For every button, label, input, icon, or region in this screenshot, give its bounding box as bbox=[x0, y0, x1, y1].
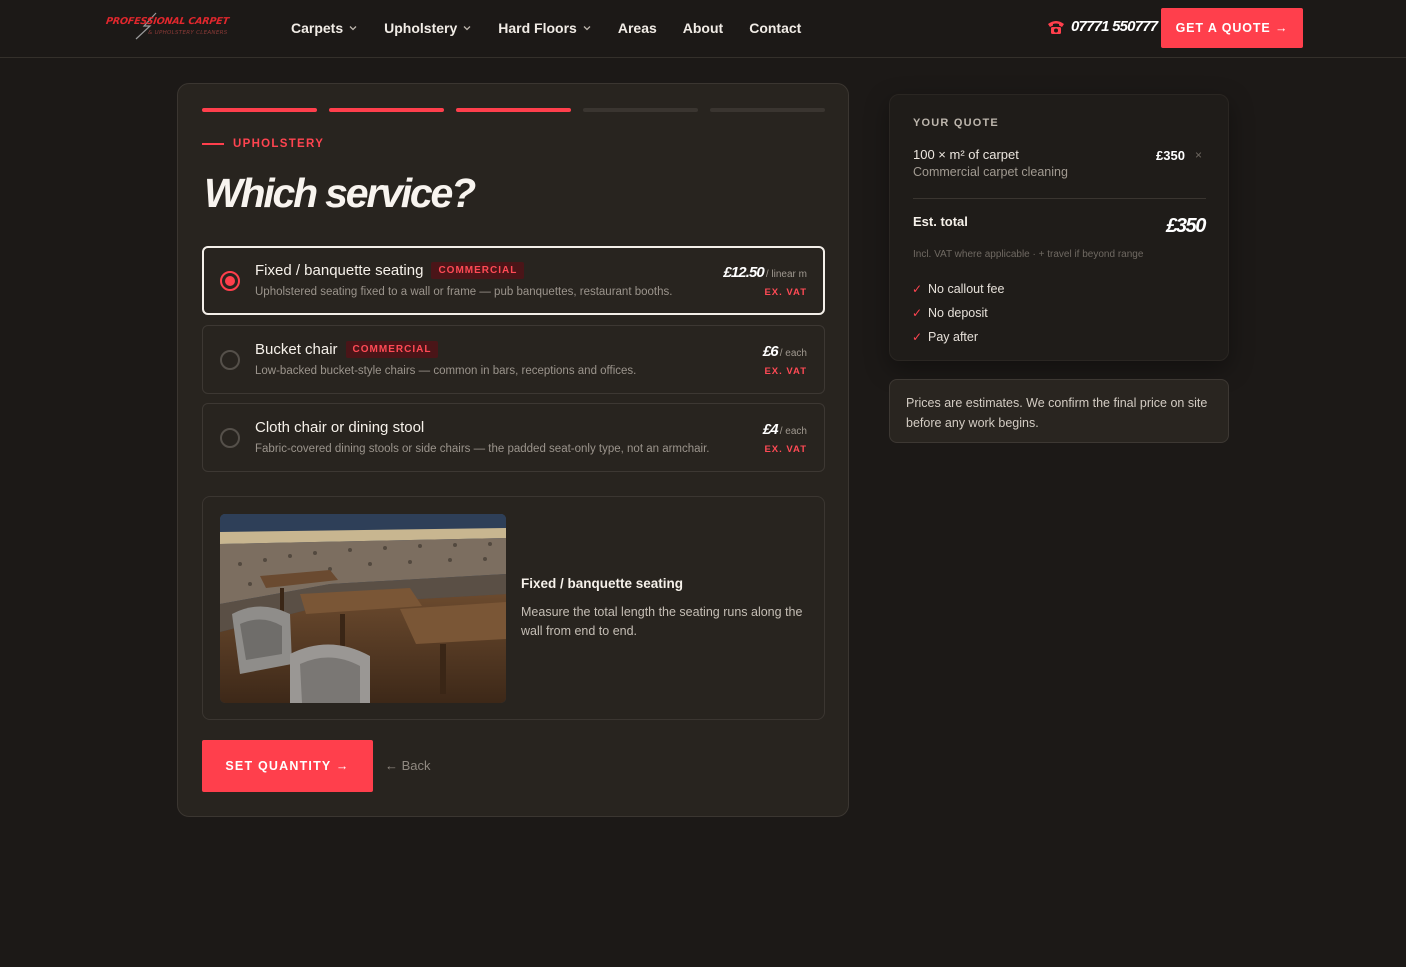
quote-summary-card: YOUR QUOTE 100 × m² of carpet Commercial… bbox=[889, 94, 1229, 361]
commercial-badge: COMMERCIAL bbox=[345, 341, 439, 358]
main-nav: Carpets Upholstery Hard Floors Areas Abo… bbox=[291, 19, 827, 37]
option-title-row: Cloth chair or dining stool bbox=[255, 419, 424, 436]
quote-line-title: 100 × m² of carpet bbox=[913, 147, 1019, 162]
radio-selected[interactable] bbox=[220, 271, 240, 291]
price-amount: £6 bbox=[762, 343, 779, 360]
progress-step-2 bbox=[329, 108, 444, 112]
page-title: Which service? bbox=[204, 170, 476, 216]
nav-hard-floors[interactable]: Hard Floors bbox=[498, 19, 592, 37]
back-link[interactable]: ← Back bbox=[385, 758, 431, 773]
option-title-row: Fixed / banquette seating COMMERCIAL bbox=[255, 262, 525, 279]
check-icon: ✓ bbox=[912, 306, 923, 320]
price-vat: EX. VAT bbox=[764, 444, 807, 455]
info-text: Measure the total length the seating run… bbox=[521, 605, 803, 638]
set-quantity-button[interactable]: SET QUANTITY → bbox=[202, 740, 373, 792]
banquette-seating-photo bbox=[220, 514, 506, 703]
est-total-label: Est. total bbox=[913, 214, 968, 229]
option-description: Fabric-covered dining stools or side cha… bbox=[255, 443, 710, 455]
category-eyebrow: UPHOLSTERY bbox=[202, 138, 324, 150]
logo-main-text: Professional Carpet bbox=[105, 16, 230, 27]
phone-link[interactable]: 07771 550777 bbox=[1047, 18, 1158, 35]
chevron-down-icon bbox=[463, 26, 471, 31]
vat-note: Incl. VAT where applicable · + travel if… bbox=[913, 249, 1144, 260]
option-description: Low-backed bucket-style chairs — common … bbox=[255, 365, 637, 377]
option-name: Bucket chair bbox=[255, 341, 338, 358]
price-vat: EX. VAT bbox=[764, 287, 807, 298]
logo[interactable]: Professional Carpet & Upholstery Cleaner… bbox=[105, 12, 246, 42]
price-disclaimer: Prices are estimates. We confirm the fin… bbox=[889, 379, 1229, 443]
nav-carpets[interactable]: Carpets bbox=[291, 19, 358, 37]
chevron-down-icon bbox=[349, 26, 357, 31]
service-wizard-card: UPHOLSTERY Which service? Fixed / banque… bbox=[177, 83, 849, 817]
nav-upholstery[interactable]: Upholstery bbox=[384, 19, 472, 37]
radio-unselected[interactable] bbox=[220, 350, 240, 370]
option-title-row: Bucket chair COMMERCIAL bbox=[255, 341, 439, 358]
quote-line-subtitle: Commercial carpet cleaning bbox=[913, 165, 1068, 179]
option-name: Cloth chair or dining stool bbox=[255, 419, 425, 436]
nav-label: Hard Floors bbox=[498, 20, 577, 36]
eyebrow-text: UPHOLSTERY bbox=[233, 138, 325, 150]
price-unit: / each bbox=[779, 348, 807, 359]
progress-step-4 bbox=[583, 108, 698, 112]
service-option-bucket-chair[interactable]: Bucket chair COMMERCIAL Low-backed bucke… bbox=[202, 325, 825, 394]
benefit-text: Pay after bbox=[928, 330, 979, 344]
logo-sub-text: & Upholstery Cleaners bbox=[148, 30, 228, 36]
price-vat: EX. VAT bbox=[764, 366, 807, 377]
nav-label: Upholstery bbox=[384, 20, 458, 36]
benefit-item: ✓ No deposit bbox=[912, 301, 1004, 325]
est-total-amount: £350 bbox=[1166, 215, 1206, 237]
option-price: £12.50/ linear m EX. VAT bbox=[723, 262, 807, 298]
check-icon: ✓ bbox=[912, 282, 923, 296]
benefit-item: ✓ No callout fee bbox=[912, 277, 1004, 301]
nav-label: About bbox=[682, 20, 724, 36]
quote-line-amount: £350 bbox=[1156, 148, 1185, 163]
nav-label: Areas bbox=[617, 20, 657, 36]
radio-dot bbox=[225, 276, 235, 286]
option-name: Fixed / banquette seating bbox=[255, 262, 424, 279]
option-price: £6/ each EX. VAT bbox=[763, 341, 807, 377]
progress-bar bbox=[202, 108, 825, 112]
nav-label: Contact bbox=[749, 20, 802, 36]
eyebrow-line bbox=[202, 143, 224, 145]
site-header: Professional Carpet & Upholstery Cleaner… bbox=[0, 0, 1406, 58]
nav-areas[interactable]: Areas bbox=[618, 19, 657, 37]
price-unit: / linear m bbox=[765, 269, 807, 280]
price-amount: £12.50 bbox=[723, 264, 764, 281]
nav-contact[interactable]: Contact bbox=[749, 19, 801, 37]
info-title: Fixed / banquette seating bbox=[521, 576, 684, 591]
get-a-quote-button[interactable]: GET A QUOTE → bbox=[1161, 8, 1303, 48]
progress-step-3 bbox=[456, 108, 571, 112]
price-amount: £4 bbox=[762, 421, 779, 438]
service-info-box: Fixed / banquette seating Measure the to… bbox=[202, 496, 825, 720]
phone-icon bbox=[1048, 20, 1064, 34]
progress-step-1 bbox=[202, 108, 317, 112]
service-option-fixed-banquette[interactable]: Fixed / banquette seating COMMERCIAL Uph… bbox=[202, 246, 825, 315]
price-unit: / each bbox=[779, 426, 807, 437]
chevron-down-icon bbox=[583, 26, 591, 31]
benefit-item: ✓ Pay after bbox=[912, 325, 1004, 349]
nav-about[interactable]: About bbox=[683, 19, 723, 37]
divider bbox=[913, 198, 1206, 199]
service-option-cloth-chair[interactable]: Cloth chair or dining stool Fabric-cover… bbox=[202, 403, 825, 472]
benefit-text: No callout fee bbox=[928, 282, 1005, 296]
option-description: Upholstered seating fixed to a wall or f… bbox=[255, 286, 673, 298]
radio-unselected[interactable] bbox=[220, 428, 240, 448]
progress-step-5 bbox=[710, 108, 825, 112]
benefit-text: No deposit bbox=[928, 306, 988, 320]
quote-heading: YOUR QUOTE bbox=[913, 117, 999, 129]
option-price: £4/ each EX. VAT bbox=[763, 419, 807, 455]
remove-line-icon[interactable]: × bbox=[1195, 148, 1202, 162]
commercial-badge: COMMERCIAL bbox=[431, 262, 525, 279]
nav-label: Carpets bbox=[291, 20, 344, 36]
benefits-list: ✓ No callout fee ✓ No deposit ✓ Pay afte… bbox=[912, 277, 1004, 349]
phone-number: 07771 550777 bbox=[1071, 18, 1158, 35]
check-icon: ✓ bbox=[912, 330, 923, 344]
